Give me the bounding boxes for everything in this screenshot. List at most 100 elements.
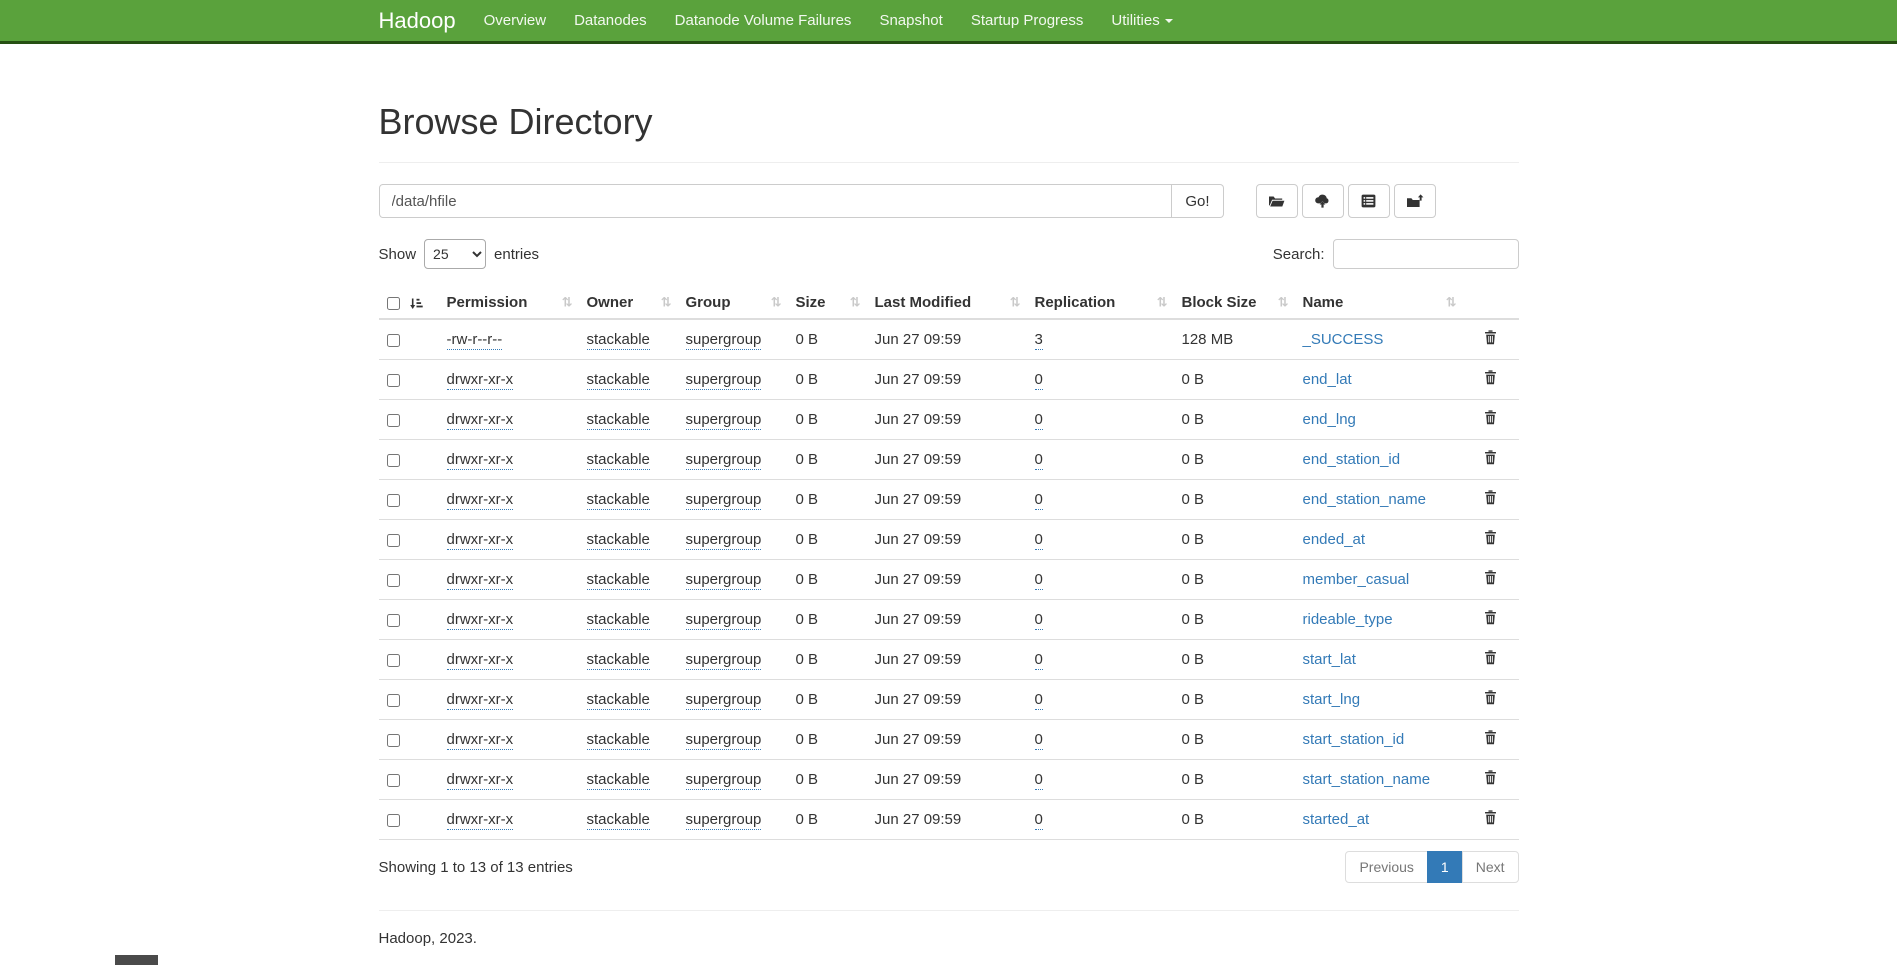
owner-value[interactable]: stackable <box>587 811 650 830</box>
nav-item-utilities-dropdown[interactable]: Utilities <box>1097 0 1186 41</box>
permission-value[interactable]: drwxr-xr-x <box>447 651 514 670</box>
upload-files-button[interactable] <box>1302 184 1344 218</box>
go-button[interactable]: Go! <box>1172 184 1223 218</box>
file-name-link[interactable]: start_station_id <box>1303 731 1405 748</box>
owner-value[interactable]: stackable <box>587 571 650 590</box>
column-header-last-modified[interactable]: Last Modified⇅ <box>867 287 1027 319</box>
row-checkbox[interactable] <box>387 414 400 427</box>
nav-item-overview[interactable]: Overview <box>470 0 561 41</box>
group-value[interactable]: supergroup <box>686 331 762 350</box>
row-checkbox[interactable] <box>387 814 400 827</box>
replication-value[interactable]: 0 <box>1035 491 1043 510</box>
create-directory-button[interactable] <box>1256 184 1298 218</box>
pagination-previous[interactable]: Previous <box>1345 851 1427 883</box>
trash-icon[interactable] <box>1484 650 1497 669</box>
permission-value[interactable]: -rw-r--r-- <box>447 331 503 350</box>
entries-per-page-select[interactable]: 25 <box>424 239 486 269</box>
replication-value[interactable]: 0 <box>1035 811 1043 830</box>
group-value[interactable]: supergroup <box>686 651 762 670</box>
file-name-link[interactable]: end_station_name <box>1303 491 1426 508</box>
owner-value[interactable]: stackable <box>587 491 650 510</box>
file-name-link[interactable]: rideable_type <box>1303 611 1393 628</box>
file-name-link[interactable]: end_station_id <box>1303 451 1401 468</box>
group-value[interactable]: supergroup <box>686 811 762 830</box>
paste-button[interactable] <box>1394 184 1436 218</box>
owner-value[interactable]: stackable <box>587 691 650 710</box>
replication-value[interactable]: 0 <box>1035 651 1043 670</box>
trash-icon[interactable] <box>1484 450 1497 469</box>
replication-value[interactable]: 0 <box>1035 371 1043 390</box>
trash-icon[interactable] <box>1484 490 1497 509</box>
group-value[interactable]: supergroup <box>686 571 762 590</box>
group-value[interactable]: supergroup <box>686 611 762 630</box>
replication-value[interactable]: 0 <box>1035 571 1043 590</box>
file-name-link[interactable]: end_lat <box>1303 371 1352 388</box>
trash-icon[interactable] <box>1484 770 1497 789</box>
row-checkbox[interactable] <box>387 454 400 467</box>
row-checkbox[interactable] <box>387 694 400 707</box>
row-checkbox[interactable] <box>387 334 400 347</box>
permission-value[interactable]: drwxr-xr-x <box>447 691 514 710</box>
owner-value[interactable]: stackable <box>587 451 650 470</box>
permission-value[interactable]: drwxr-xr-x <box>447 731 514 750</box>
replication-value[interactable]: 0 <box>1035 771 1043 790</box>
permission-value[interactable]: drwxr-xr-x <box>447 611 514 630</box>
file-name-link[interactable]: member_casual <box>1303 571 1410 588</box>
column-header-size[interactable]: Size⇅ <box>788 287 867 319</box>
row-checkbox[interactable] <box>387 374 400 387</box>
trash-icon[interactable] <box>1484 610 1497 629</box>
row-checkbox[interactable] <box>387 654 400 667</box>
nav-item-datanodes[interactable]: Datanodes <box>560 0 661 41</box>
trash-icon[interactable] <box>1484 810 1497 829</box>
permission-value[interactable]: drwxr-xr-x <box>447 531 514 550</box>
trash-icon[interactable] <box>1484 330 1497 349</box>
hadoop-brand[interactable]: Hadoop <box>379 0 470 41</box>
group-value[interactable]: supergroup <box>686 491 762 510</box>
group-value[interactable]: supergroup <box>686 451 762 470</box>
group-value[interactable]: supergroup <box>686 531 762 550</box>
column-header-group[interactable]: Group⇅ <box>678 287 788 319</box>
file-name-link[interactable]: started_at <box>1303 811 1370 828</box>
column-header-owner[interactable]: Owner⇅ <box>579 287 678 319</box>
permission-value[interactable]: drwxr-xr-x <box>447 371 514 390</box>
column-header-replication[interactable]: Replication⇅ <box>1027 287 1174 319</box>
permission-value[interactable]: drwxr-xr-x <box>447 811 514 830</box>
row-checkbox[interactable] <box>387 734 400 747</box>
nav-item-snapshot[interactable]: Snapshot <box>865 0 956 41</box>
column-header-permission[interactable]: Permission⇅ <box>439 287 579 319</box>
group-value[interactable]: supergroup <box>686 411 762 430</box>
permission-value[interactable]: drwxr-xr-x <box>447 451 514 470</box>
trash-icon[interactable] <box>1484 690 1497 709</box>
file-name-link[interactable]: end_lng <box>1303 411 1356 428</box>
group-value[interactable]: supergroup <box>686 731 762 750</box>
pagination-page-1[interactable]: 1 <box>1427 851 1463 883</box>
trash-icon[interactable] <box>1484 570 1497 589</box>
nav-item-startup-progress[interactable]: Startup Progress <box>957 0 1098 41</box>
row-checkbox[interactable] <box>387 494 400 507</box>
trash-icon[interactable] <box>1484 730 1497 749</box>
group-value[interactable]: supergroup <box>686 371 762 390</box>
group-value[interactable]: supergroup <box>686 691 762 710</box>
select-all-checkbox[interactable] <box>387 297 400 310</box>
owner-value[interactable]: stackable <box>587 651 650 670</box>
pagination-next[interactable]: Next <box>1462 851 1519 883</box>
trash-icon[interactable] <box>1484 530 1497 549</box>
directory-path-input[interactable] <box>379 184 1173 218</box>
column-header-name[interactable]: Name⇅ <box>1295 287 1463 319</box>
file-name-link[interactable]: ended_at <box>1303 531 1366 548</box>
column-header-block-size[interactable]: Block Size⇅ <box>1174 287 1295 319</box>
owner-value[interactable]: stackable <box>587 411 650 430</box>
row-checkbox[interactable] <box>387 574 400 587</box>
select-all-header[interactable] <box>379 287 439 319</box>
nav-item-datanode-volume-failures[interactable]: Datanode Volume Failures <box>661 0 866 41</box>
permission-value[interactable]: drwxr-xr-x <box>447 491 514 510</box>
search-input[interactable] <box>1333 239 1519 269</box>
row-checkbox[interactable] <box>387 534 400 547</box>
trash-icon[interactable] <box>1484 370 1497 389</box>
replication-value[interactable]: 0 <box>1035 611 1043 630</box>
owner-value[interactable]: stackable <box>587 371 650 390</box>
owner-value[interactable]: stackable <box>587 531 650 550</box>
file-name-link[interactable]: start_lat <box>1303 651 1356 668</box>
owner-value[interactable]: stackable <box>587 731 650 750</box>
set-policy-button[interactable] <box>1348 184 1390 218</box>
